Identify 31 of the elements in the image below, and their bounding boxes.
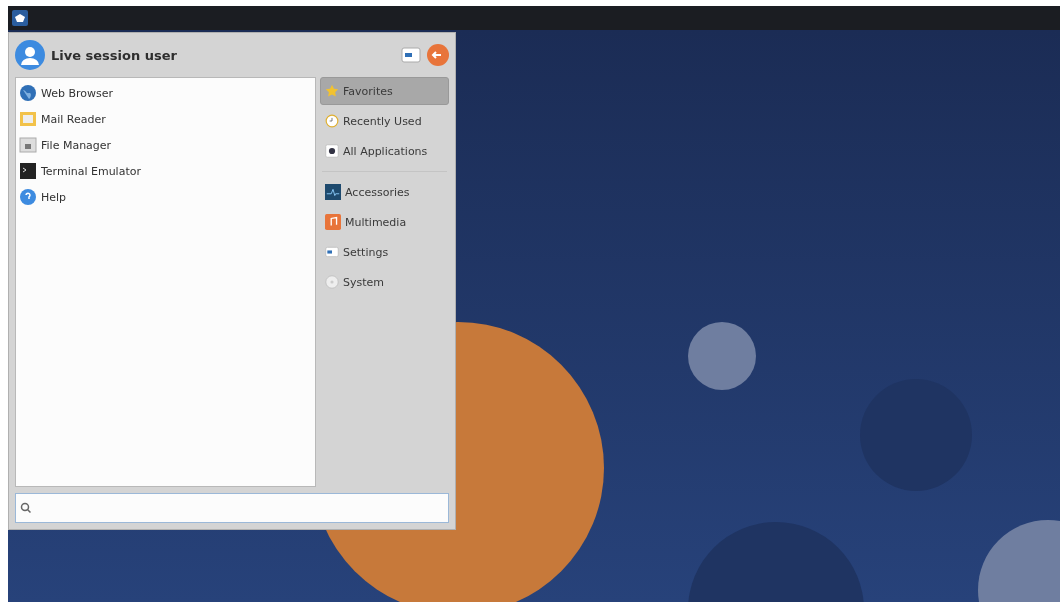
- folder-icon: [19, 136, 37, 154]
- settings-toggle-button[interactable]: [401, 45, 421, 65]
- application-item[interactable]: Mail Reader: [19, 106, 106, 132]
- application-item[interactable]: Help: [19, 184, 67, 210]
- application-item[interactable]: Terminal Emulator: [19, 158, 141, 184]
- category-item[interactable]: System: [320, 268, 449, 296]
- user-name: Live session user: [51, 47, 178, 63]
- category-item[interactable]: Recently Used: [320, 107, 449, 135]
- application-item[interactable]: Web Browser: [19, 80, 114, 106]
- user-avatar-icon: [15, 40, 45, 70]
- globe-icon: [19, 84, 37, 102]
- help-icon: [19, 188, 37, 206]
- category-item[interactable]: All Applications: [320, 137, 449, 165]
- search-icon: [20, 502, 32, 514]
- terminal-icon: [19, 162, 37, 180]
- music-note-icon: [325, 214, 341, 230]
- toggle-icon: [325, 245, 339, 259]
- disc-icon: [325, 275, 339, 289]
- category-item[interactable]: Favorites: [320, 77, 449, 105]
- category-item[interactable]: Multimedia: [320, 208, 449, 236]
- gear-icon: [325, 144, 339, 158]
- category-item[interactable]: Settings: [320, 238, 449, 266]
- category-item[interactable]: Accessories: [320, 178, 449, 206]
- search-field[interactable]: [15, 493, 449, 523]
- star-icon: [325, 84, 339, 98]
- application-item[interactable]: File Manager: [19, 132, 112, 158]
- log-out-button[interactable]: [427, 44, 449, 66]
- waveform-icon: [325, 184, 341, 200]
- clock-icon: [325, 114, 339, 128]
- app-menu-button[interactable]: [12, 10, 28, 26]
- envelope-icon: [19, 110, 37, 128]
